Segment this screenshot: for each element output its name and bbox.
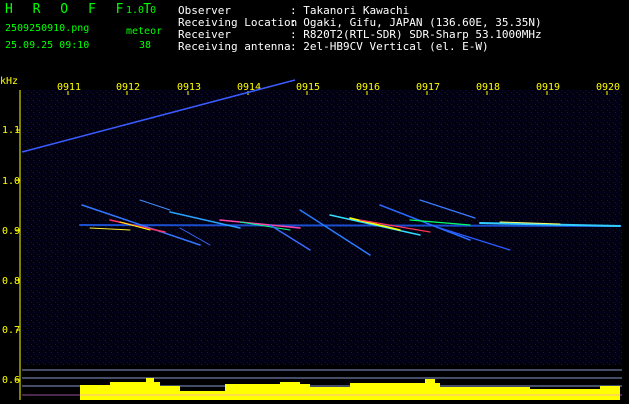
time-tick-label: 0915 <box>296 82 320 93</box>
time-tick-label: 0916 <box>356 82 380 93</box>
spectrogram-canvas: kHz 1.1 1.0 0.9 0.8 0.7 0.6 0911 0912 09… <box>0 76 622 400</box>
frequency-tick-labels: 1.1 1.0 0.9 0.8 0.7 0.6 <box>2 125 20 386</box>
time-tick-label: 0919 <box>536 82 560 93</box>
time-tick-label: 0912 <box>116 82 140 93</box>
time-tick-label: 0920 <box>596 82 620 93</box>
time-tick-label: 0918 <box>476 82 500 93</box>
date-time: 25.09.25 09:10 <box>5 40 90 51</box>
meteor-label: meteor <box>126 26 163 37</box>
location-value: : Ogaki, Gifu, JAPAN (136.60E, 35.35N) <box>290 16 542 29</box>
meteor-count: 38 <box>139 40 152 51</box>
receiver-label: Receiver <box>178 28 231 41</box>
noise-background <box>22 90 622 365</box>
freq-tick-label: 0.9 <box>2 226 20 237</box>
time-tick-label: 0911 <box>57 82 81 93</box>
observer-label: Observer <box>178 4 231 17</box>
observer-value: : Takanori Kawachi <box>290 4 410 17</box>
time-tick-label: 0913 <box>177 82 201 93</box>
antenna-value: : 2el-HB9CV Vertical (el. E-W) <box>290 40 489 53</box>
location-label: Receiving Location <box>178 16 298 29</box>
freq-tick-label: 1.0 <box>2 176 20 187</box>
time-tick-label: 0917 <box>416 82 440 93</box>
activity-histogram <box>80 378 620 400</box>
app-version: 1.0.0 <box>126 5 157 16</box>
file-name: 2509250910.png <box>5 23 90 34</box>
antenna-label: Receiving antenna <box>178 40 291 53</box>
frequency-unit-label: kHz <box>0 76 18 87</box>
spectrogram-panel: kHz 1.1 1.0 0.9 0.8 0.7 0.6 0911 0912 09… <box>0 60 629 400</box>
receiver-value: : R820T2(RTL-SDR) SDR-Sharp 53.1000MHz <box>290 28 542 41</box>
frequency-ticks <box>16 129 20 381</box>
freq-tick-label: 0.8 <box>2 276 20 287</box>
header-panel: H R O F F T 1.0.0 2509250910.png meteor … <box>0 0 629 60</box>
